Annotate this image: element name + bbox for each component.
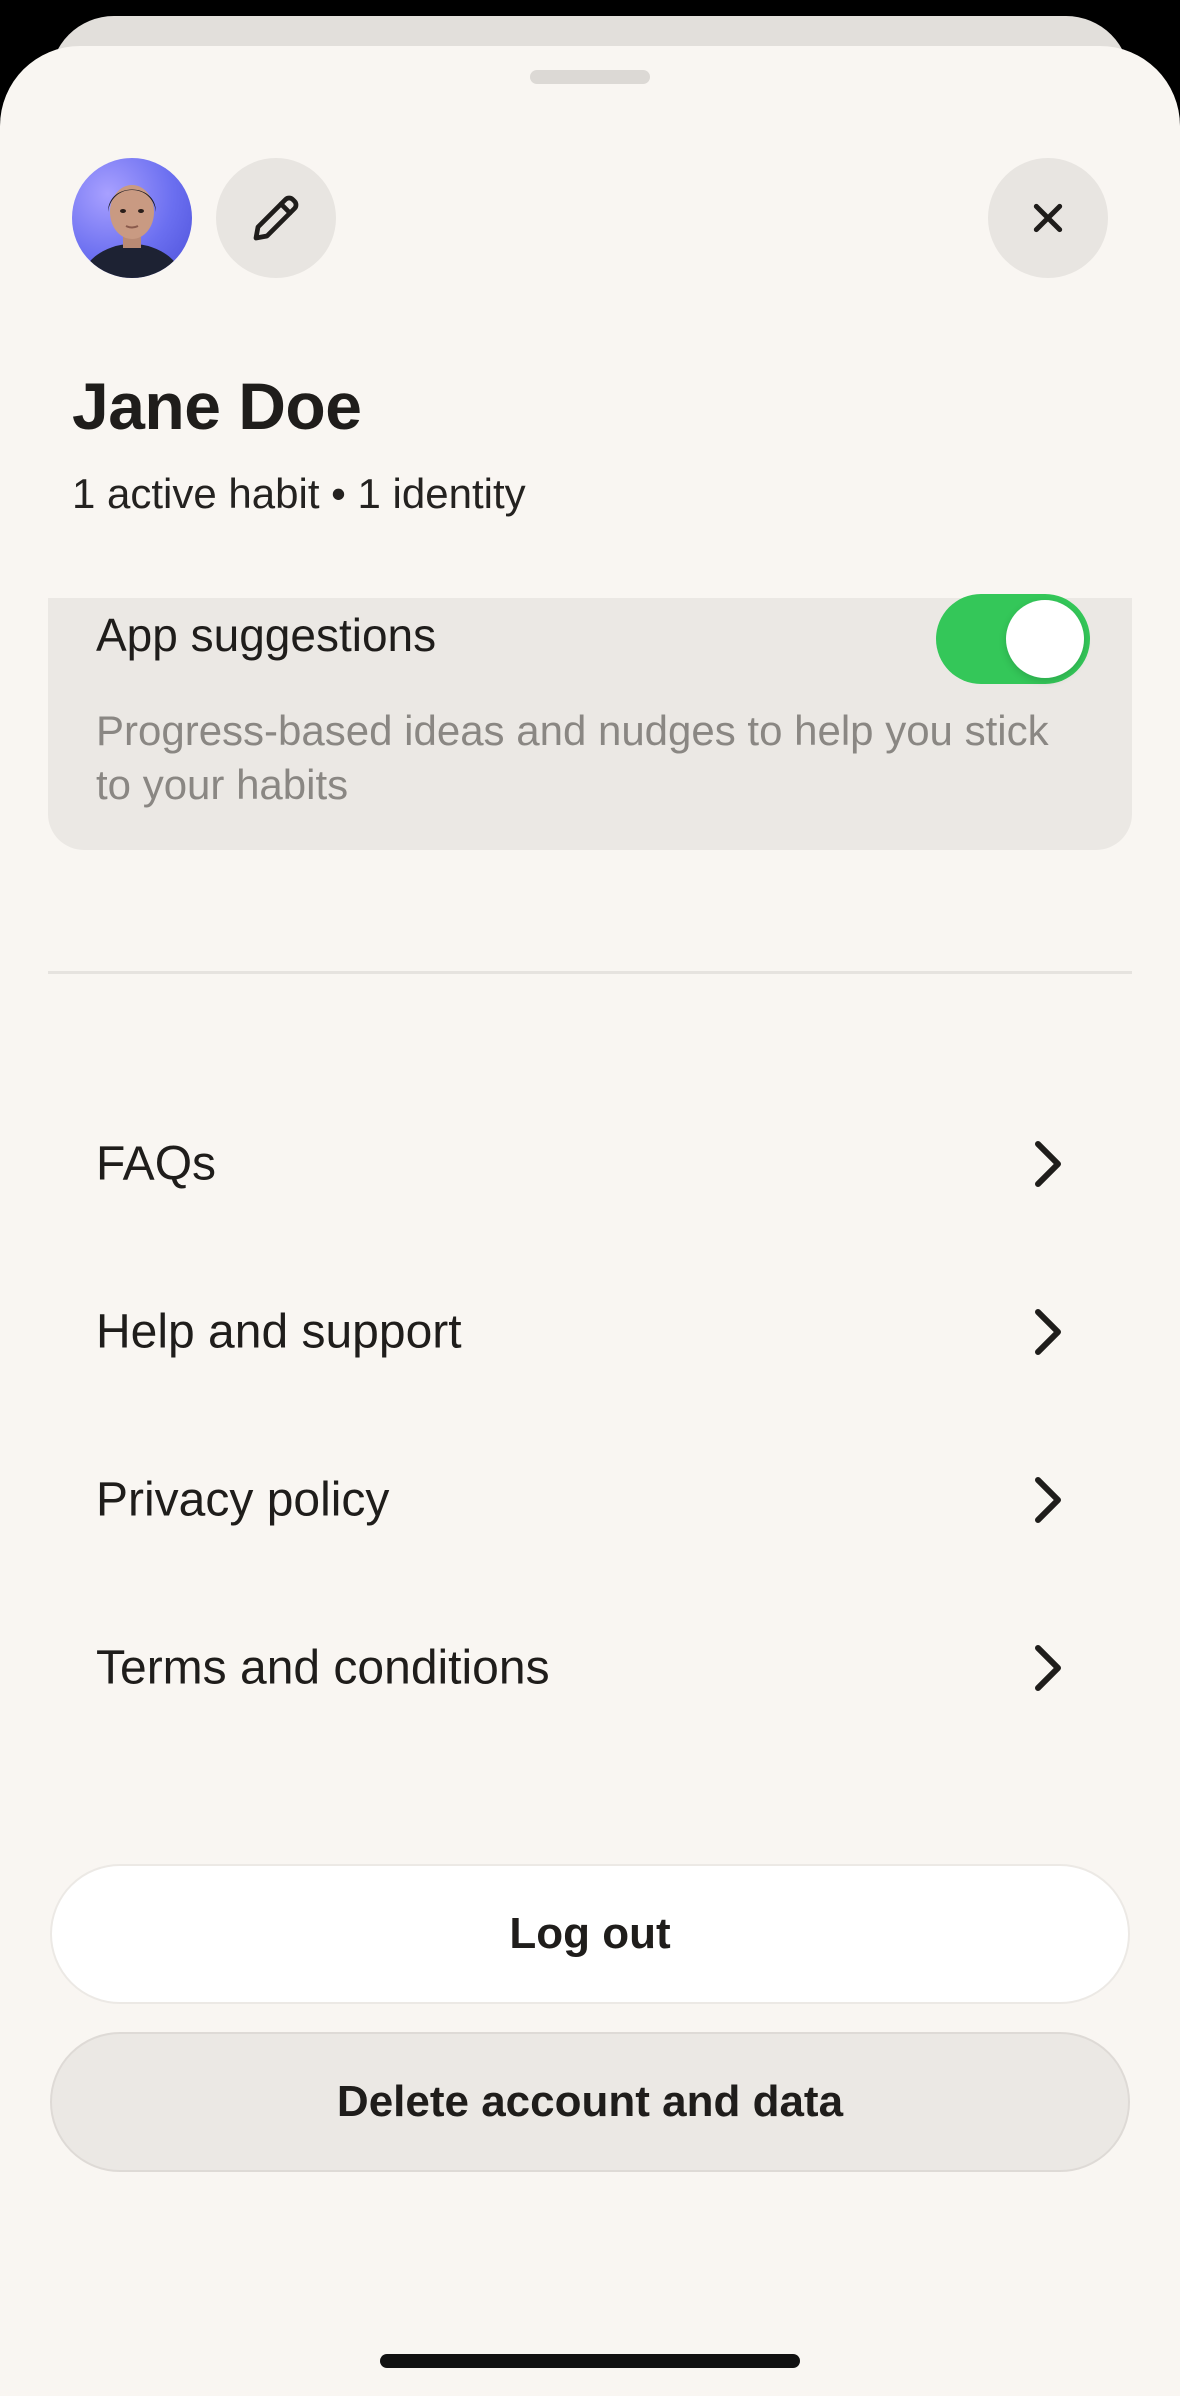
- app-suggestions-toggle[interactable]: [936, 594, 1090, 684]
- delete-account-label: Delete account and data: [336, 2077, 844, 2126]
- log-out-label: Log out: [509, 1909, 671, 1958]
- app-suggestions-title: App suggestions: [96, 609, 437, 661]
- app-suggestions-card: App suggestions Progress-based ideas and…: [48, 594, 1132, 850]
- menu-item-label: Privacy policy: [96, 1473, 390, 1527]
- menu-item-label: Terms and conditions: [96, 1641, 550, 1695]
- avatar-photo-icon: [80, 185, 184, 278]
- close-button[interactable]: [988, 158, 1108, 278]
- menu-item-help-and-support[interactable]: Help and support: [48, 1248, 1132, 1416]
- menu-item-label: Help and support: [96, 1305, 462, 1359]
- menu-item-privacy-policy[interactable]: Privacy policy: [48, 1416, 1132, 1584]
- pencil-icon: [253, 195, 299, 241]
- section-divider: [48, 971, 1132, 974]
- chevron-right-icon: [1035, 1477, 1061, 1523]
- log-out-button[interactable]: Log out: [50, 1864, 1130, 2004]
- profile-summary: 1 active habit • 1 identity: [72, 470, 526, 517]
- avatar[interactable]: [72, 158, 192, 278]
- menu-item-terms-and-conditions[interactable]: Terms and conditions: [48, 1584, 1132, 1752]
- toggle-knob: [1006, 600, 1084, 678]
- chevron-right-icon: [1035, 1141, 1061, 1187]
- menu-item-label: FAQs: [96, 1137, 217, 1191]
- chevron-right-icon: [1035, 1309, 1061, 1355]
- edit-profile-button[interactable]: [216, 158, 336, 278]
- app-suggestions-description: Progress-based ideas and nudges to help …: [96, 707, 1049, 808]
- home-indicator[interactable]: [380, 2354, 800, 2368]
- close-icon: [1033, 203, 1063, 233]
- menu-item-faqs[interactable]: FAQs: [48, 1080, 1132, 1248]
- chevron-right-icon: [1035, 1645, 1061, 1691]
- delete-account-button[interactable]: Delete account and data: [50, 2032, 1130, 2172]
- profile-name: Jane Doe: [72, 369, 362, 443]
- profile-sheet: Jane Doe 1 active habit • 1 identity App…: [0, 46, 1180, 2396]
- sheet-grabber[interactable]: [530, 70, 650, 84]
